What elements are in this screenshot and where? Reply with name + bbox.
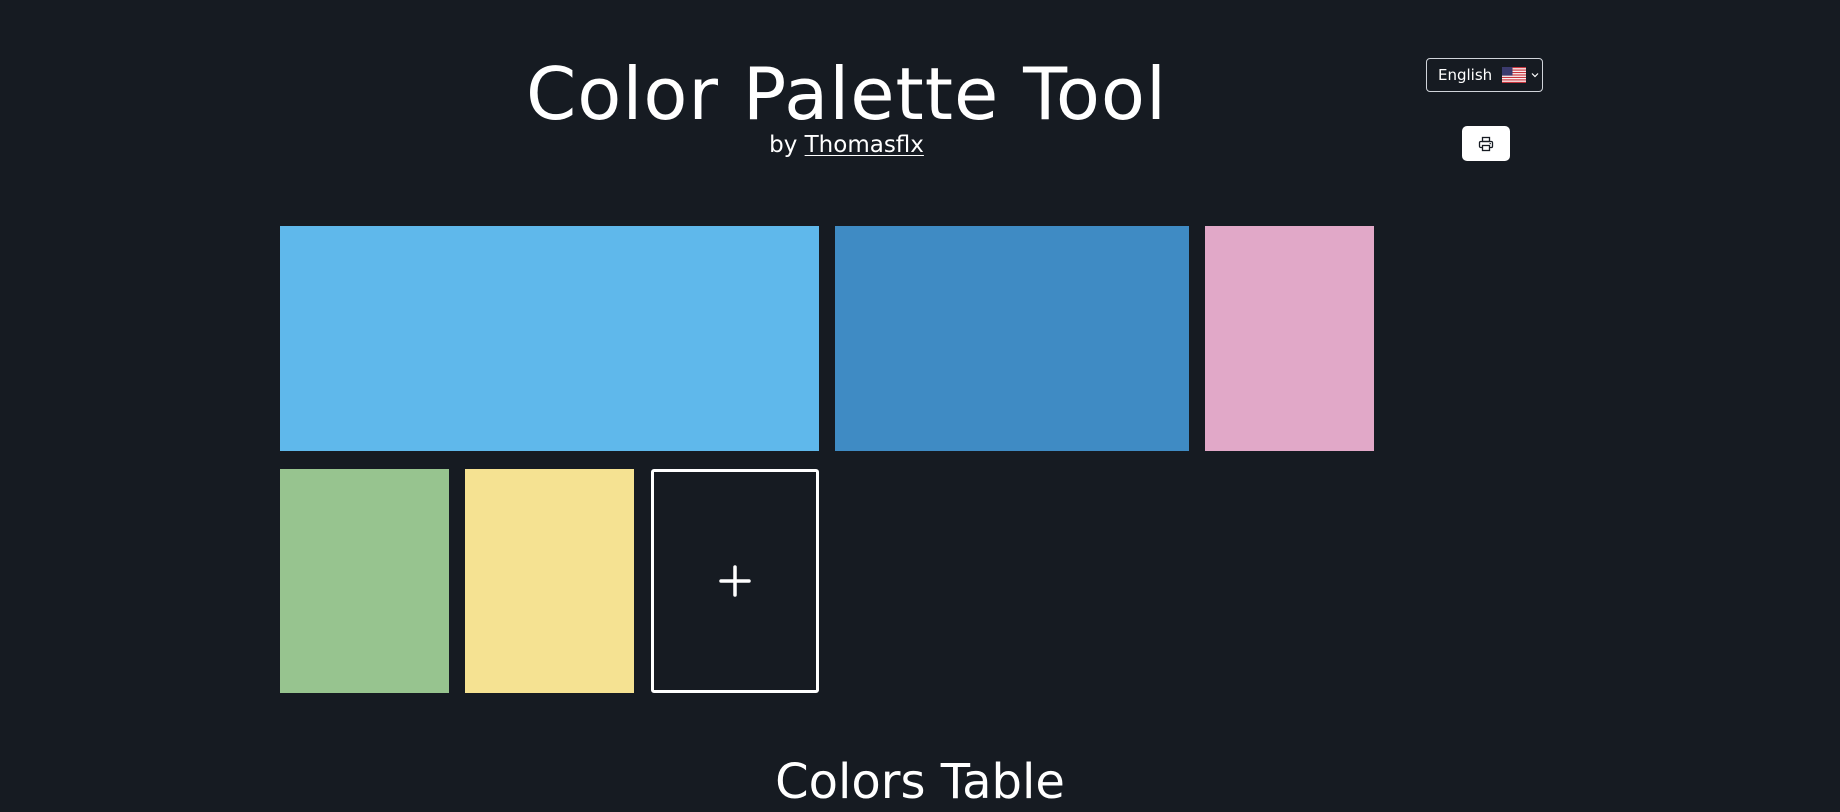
palette-swatch[interactable] — [280, 226, 819, 451]
byline-prefix: by — [769, 132, 798, 158]
language-label: English — [1438, 66, 1493, 84]
palette-swatch[interactable] — [280, 469, 449, 693]
palette-swatch[interactable] — [1205, 226, 1374, 451]
plus-icon — [719, 565, 751, 597]
language-select[interactable]: English — [1426, 58, 1543, 92]
chevron-down-icon — [1531, 73, 1539, 78]
colors-table-title: Colors Table — [775, 754, 1065, 810]
byline: by Thomasflx — [0, 130, 1693, 160]
print-button[interactable] — [1462, 126, 1510, 161]
printer-icon — [1478, 136, 1494, 151]
add-color-button[interactable]: + — [651, 469, 819, 693]
us-flag-icon — [1502, 67, 1527, 83]
author-link[interactable]: Thomasflx — [805, 132, 924, 158]
palette-swatch[interactable] — [465, 469, 634, 693]
palette-swatch[interactable] — [835, 226, 1189, 451]
